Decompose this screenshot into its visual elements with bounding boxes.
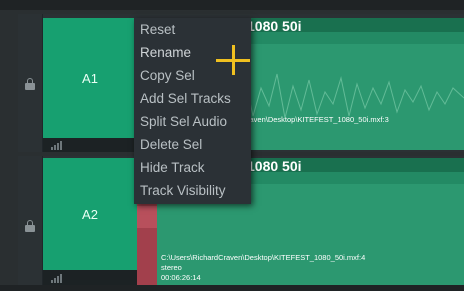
clip-a2-red-marker — [137, 190, 157, 285]
menu-item-split-sel-audio[interactable]: Split Sel Audio — [134, 110, 251, 133]
timeline-top-border — [0, 0, 464, 10]
clip-a2-path: C:\Users\RichardCraven\Desktop\KITEFEST_… — [161, 253, 366, 262]
track-a2-lock-column — [18, 156, 43, 287]
menu-item-reset[interactable]: Reset — [134, 18, 251, 41]
clip-a1-path: raven\Desktop\KITEFEST_1080_50i.mxf:3 — [247, 115, 389, 124]
clip-a2-red-marker-highlight — [137, 206, 157, 228]
timeline-bottom-border — [0, 285, 464, 291]
clip-a2-duration: 00:06:26:14 — [161, 273, 201, 282]
track-a1-footer — [43, 138, 137, 152]
track-a1-lock-column — [18, 14, 43, 152]
menu-item-delete-sel[interactable]: Delete Sel — [134, 133, 251, 156]
track-a1-header[interactable]: A1 — [43, 18, 137, 138]
track-a1-label: A1 — [82, 70, 98, 86]
clip-a1-title: 1080 50i — [247, 18, 302, 34]
clip-a2-channels: stereo — [161, 263, 182, 272]
lock-icon[interactable] — [25, 220, 35, 232]
lock-icon[interactable] — [25, 78, 35, 90]
track-a2-header[interactable]: A2 — [43, 158, 137, 270]
track-a2-footer — [43, 270, 137, 285]
meter-icon[interactable] — [51, 141, 63, 150]
track-a2-label: A2 — [82, 206, 98, 222]
clip-a2-title: 1080 50i — [247, 158, 302, 174]
meter-icon[interactable] — [51, 274, 63, 283]
menu-item-add-sel-tracks[interactable]: Add Sel Tracks — [134, 87, 251, 110]
menu-item-track-visibility[interactable]: Track Visibility — [134, 179, 251, 202]
menu-item-hide-track[interactable]: Hide Track — [134, 156, 251, 179]
crosshair-cursor-icon — [216, 45, 250, 75]
